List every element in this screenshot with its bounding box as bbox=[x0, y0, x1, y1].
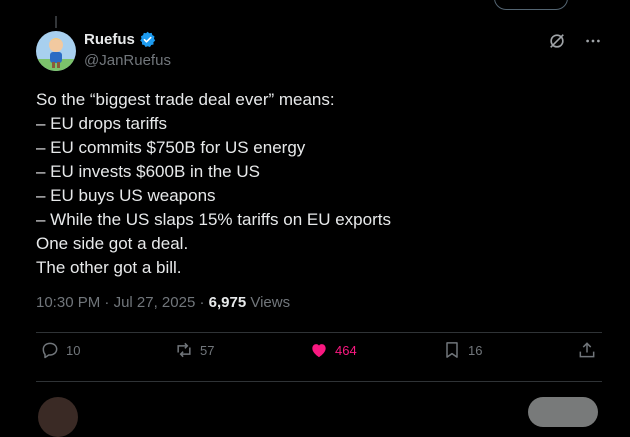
tweet-line: – EU commits $750B for US energy bbox=[36, 138, 306, 157]
reply-icon bbox=[42, 342, 58, 359]
meta-separator: · bbox=[199, 294, 205, 311]
top-partial-button[interactable] bbox=[494, 0, 568, 10]
tweet-line: One side got a deal. bbox=[36, 234, 189, 253]
tweet-line: – EU buys US weapons bbox=[36, 186, 216, 205]
tweet-date[interactable]: Jul 27, 2025 bbox=[114, 294, 196, 311]
meta-separator: · bbox=[104, 294, 110, 311]
reply-button[interactable]: 10 bbox=[40, 340, 80, 360]
share-icon bbox=[579, 342, 595, 358]
reply-count: 10 bbox=[66, 342, 81, 358]
grok-icon[interactable] bbox=[548, 32, 566, 50]
reply-submit-button[interactable] bbox=[528, 397, 598, 427]
divider bbox=[36, 332, 602, 333]
verified-badge-icon bbox=[139, 31, 156, 48]
thread-connector bbox=[55, 16, 57, 28]
bookmark-button[interactable]: 16 bbox=[442, 340, 482, 360]
repost-button[interactable]: 57 bbox=[174, 340, 214, 360]
repost-count: 57 bbox=[200, 342, 215, 358]
tweet-line: – EU invests $600B in the US bbox=[36, 162, 260, 181]
action-bar: 10 57 464 16 bbox=[36, 340, 602, 370]
like-button[interactable]: 464 bbox=[309, 340, 357, 360]
tweet-meta: 10:30 PM · Jul 27, 2025 · 6,975 Views bbox=[36, 294, 290, 311]
divider bbox=[36, 381, 602, 382]
avatar[interactable] bbox=[36, 31, 76, 71]
reply-composer-avatar[interactable] bbox=[38, 397, 78, 437]
tweet-time[interactable]: 10:30 PM bbox=[36, 294, 100, 311]
avatar-image bbox=[36, 31, 76, 71]
author-handle[interactable]: @JanRuefus bbox=[84, 52, 171, 69]
repost-icon bbox=[177, 342, 191, 358]
tweet-line: The other got a bill. bbox=[36, 258, 182, 277]
author-name[interactable]: Ruefus bbox=[84, 31, 135, 48]
like-count: 464 bbox=[335, 342, 357, 358]
more-icon[interactable] bbox=[584, 32, 602, 50]
tweet-line: So the “biggest trade deal ever” means: bbox=[36, 90, 335, 109]
tweet-line: – While the US slaps 15% tariffs on EU e… bbox=[36, 210, 391, 229]
tweet-text: So the “biggest trade deal ever” means: … bbox=[36, 88, 596, 280]
like-icon bbox=[312, 344, 326, 358]
bookmark-count: 16 bbox=[468, 342, 483, 358]
tweet-line: – EU drops tariffs bbox=[36, 114, 168, 133]
views-label: Views bbox=[250, 294, 291, 311]
views-count: 6,975 bbox=[208, 294, 247, 311]
bookmark-icon bbox=[446, 342, 458, 358]
share-button[interactable] bbox=[577, 340, 597, 360]
